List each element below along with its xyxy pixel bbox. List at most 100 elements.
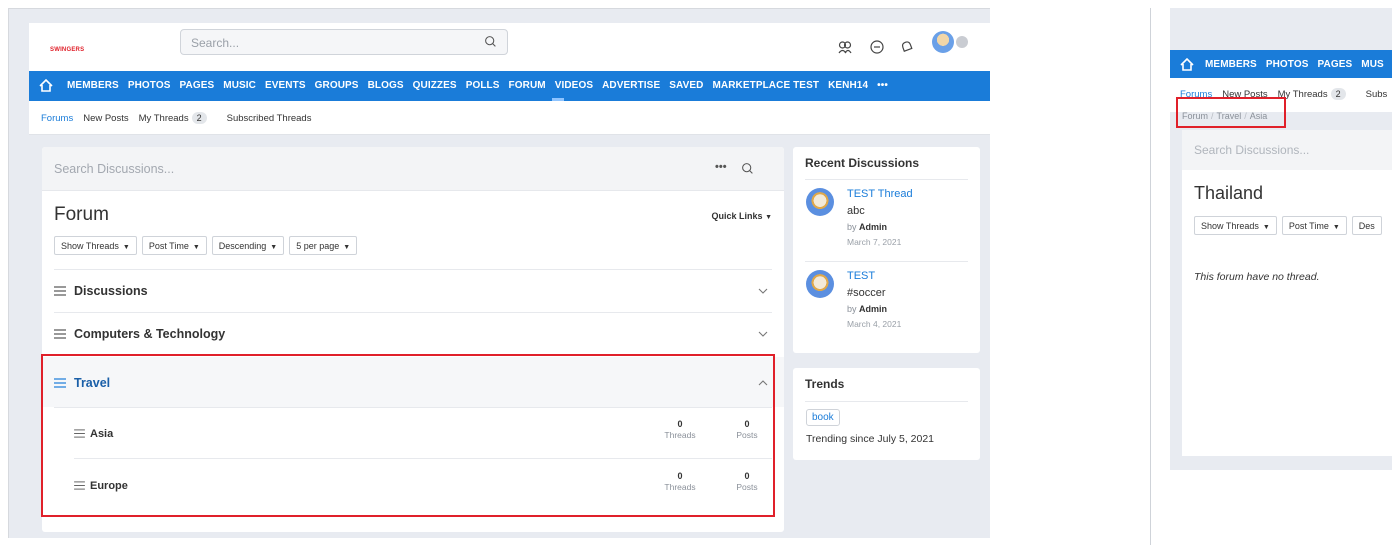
nav-more-icon[interactable]: •••: [877, 80, 888, 91]
user-avatar[interactable]: [932, 31, 954, 53]
chevron-down-icon[interactable]: [758, 329, 768, 339]
filter-label: Des: [1358, 221, 1375, 231]
dropdown-arrow-icon: ▼: [270, 244, 278, 251]
more-options-icon[interactable]: •••: [715, 161, 727, 173]
nav-items: MEMBERS PHOTOS PAGES MUS: [1205, 59, 1392, 70]
discussion-date: March 4, 2021: [847, 319, 902, 329]
chevron-down-icon[interactable]: [758, 286, 768, 296]
author-name[interactable]: Admin: [859, 304, 887, 314]
nav-item[interactable]: EVENTS: [265, 80, 306, 91]
my-threads-count-badge: 2: [1330, 88, 1346, 100]
nav-item[interactable]: BLOGS: [368, 80, 404, 91]
nav-item[interactable]: PHOTOS: [1266, 59, 1309, 70]
filter-post-time[interactable]: Post Time ▼: [141, 236, 207, 255]
filter-label: Show Threads: [61, 241, 119, 251]
forum-title: Thailand: [1194, 183, 1264, 203]
subnav-subscribed[interactable]: Subscribed Threads: [227, 113, 312, 124]
filter-bar: Show Threads ▼ Post Time ▼ Descending ▼ 5 p…: [54, 236, 358, 255]
nav-item[interactable]: QUIZZES: [413, 80, 457, 91]
discussion-search-placeholder: Search Discussions...: [1194, 143, 1310, 157]
forum-card: Search Discussions... Thailand Show Thre…: [1182, 130, 1392, 456]
dropdown-arrow-icon: ▼: [343, 244, 351, 251]
nav-item[interactable]: MUS: [1361, 59, 1384, 70]
friends-icon[interactable]: [837, 39, 853, 55]
search-placeholder: Search...: [191, 36, 240, 50]
discussion-excerpt: #soccer: [847, 287, 886, 299]
chevron-down-icon: ▼: [765, 214, 772, 221]
filter-label: Descending: [218, 241, 267, 251]
category-name: Computers & Technology: [74, 327, 226, 341]
dropdown-arrow-icon: ▼: [192, 244, 200, 251]
subnav-forums[interactable]: Forums: [41, 113, 73, 124]
nav-item[interactable]: PHOTOS: [128, 80, 171, 91]
quick-links-label: Quick Links: [711, 211, 763, 221]
home-icon[interactable]: [1180, 58, 1194, 71]
avatar[interactable]: [806, 188, 834, 216]
quick-links-dropdown[interactable]: Quick Links ▼: [712, 211, 772, 221]
nav-item[interactable]: KENH14: [828, 80, 868, 91]
by-label: by: [847, 222, 857, 232]
nav-item[interactable]: MUSIC: [223, 80, 256, 91]
recent-discussions-title: Recent Discussions: [805, 156, 920, 170]
home-icon[interactable]: [39, 79, 53, 92]
nav-item[interactable]: GROUPS: [315, 80, 359, 91]
filter-label: Post Time: [1288, 221, 1329, 231]
dropdown-arrow-icon: ▼: [1262, 224, 1270, 231]
forum-subnav: Forums New Posts My Threads 2 Subscribed …: [29, 101, 990, 135]
menu-lines-icon: [54, 286, 66, 296]
filter-bar: Show Threads ▼ Post Time ▼ Des: [1194, 216, 1382, 235]
discussion-author: by Admin: [847, 222, 887, 232]
author-name[interactable]: Admin: [859, 222, 887, 232]
nav-item[interactable]: MEMBERS: [1205, 59, 1257, 70]
main-navbar: MEMBERS PHOTOS PAGES MUSIC EVENTS GROUPS BLOGS…: [29, 71, 990, 101]
subnav-my-threads-label: My Threads: [138, 113, 189, 124]
dropdown-arrow-icon: ▼: [1332, 224, 1340, 231]
highlight-box: [1176, 97, 1286, 128]
screenshot-stage: SWINGERS Search... MEMBERS PHOTOS PAGES MUS…: [0, 0, 1392, 545]
divider: [805, 261, 968, 262]
filter-show-threads[interactable]: Show Threads ▼: [54, 236, 137, 255]
divider: [805, 401, 968, 402]
dropdown-arrow-icon: ▼: [122, 244, 130, 251]
main-navbar: MEMBERS PHOTOS PAGES MUS: [1170, 50, 1392, 78]
nav-item[interactable]: VIDEOS: [555, 80, 593, 91]
discussion-search-input[interactable]: Search Discussions... •••: [42, 147, 784, 191]
notifications-icon[interactable]: [899, 39, 915, 55]
filter-per-page[interactable]: 5 per page ▼: [289, 236, 358, 255]
nav-item[interactable]: FORUM: [509, 80, 546, 91]
global-search-input[interactable]: Search...: [180, 29, 508, 55]
trend-tag[interactable]: book: [806, 409, 840, 426]
discussion-search-input[interactable]: Search Discussions...: [1182, 130, 1392, 170]
discussion-title-link[interactable]: TEST Thread: [847, 188, 913, 200]
nav-item[interactable]: MARKETPLACE TEST: [712, 80, 819, 91]
nav-item[interactable]: PAGES: [1317, 59, 1352, 70]
highlight-box: [41, 354, 775, 517]
nav-item[interactable]: PAGES: [179, 80, 214, 91]
avatar[interactable]: [806, 270, 834, 298]
discussion-date: March 7, 2021: [847, 237, 902, 247]
nav-item[interactable]: POLLS: [466, 80, 500, 91]
nav-item[interactable]: SAVED: [669, 80, 703, 91]
filter-order[interactable]: Des: [1351, 216, 1382, 235]
filter-label: Show Threads: [1201, 221, 1259, 231]
site-logo[interactable]: SWINGERS: [50, 47, 84, 53]
menu-lines-icon: [54, 329, 66, 339]
subnav-my-threads[interactable]: My Threads 2: [1278, 88, 1356, 100]
forum-title: Forum: [54, 204, 109, 225]
right-panel: MEMBERS PHOTOS PAGES MUS Forums New Post…: [1170, 8, 1392, 470]
left-panel: SWINGERS Search... MEMBERS PHOTOS PAGES MUS…: [8, 8, 990, 538]
nav-item[interactable]: MEMBERS: [67, 80, 119, 91]
discussion-title-link[interactable]: TEST: [847, 270, 875, 282]
search-icon[interactable]: [484, 35, 497, 48]
search-icon[interactable]: [741, 162, 754, 175]
messages-icon[interactable]: [869, 39, 885, 55]
subnav-subscribed[interactable]: Subs: [1366, 89, 1388, 100]
subnav-new-posts[interactable]: New Posts: [83, 113, 128, 124]
filter-show-threads[interactable]: Show Threads ▼: [1194, 216, 1277, 235]
filter-post-time[interactable]: Post Time ▼: [1281, 216, 1347, 235]
nav-items: MEMBERS PHOTOS PAGES MUSIC EVENTS GROUPS BLOGS…: [67, 80, 897, 91]
nav-item[interactable]: ADVERTISE: [602, 80, 660, 91]
user-menu-caret-icon[interactable]: [956, 36, 968, 48]
subnav-my-threads[interactable]: My Threads 2: [139, 112, 217, 124]
filter-order[interactable]: Descending ▼: [211, 236, 285, 255]
